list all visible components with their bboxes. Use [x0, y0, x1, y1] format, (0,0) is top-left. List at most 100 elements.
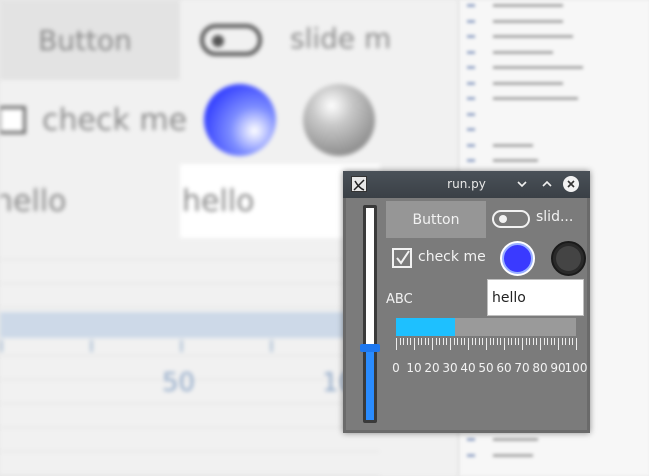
slider-tick	[518, 338, 520, 345]
slider-tick	[532, 338, 534, 345]
bg-slider-ticks	[0, 340, 380, 352]
slider-handle[interactable]	[360, 344, 380, 352]
slider-tick	[396, 338, 397, 350]
bg-checkbox	[0, 106, 26, 134]
bg-button: Button	[0, 0, 180, 80]
slider-tick	[403, 338, 405, 345]
bg-radio-grey	[303, 84, 375, 156]
slider-tick	[453, 338, 455, 345]
maximize-button[interactable]	[538, 175, 556, 193]
scale-label: 90	[550, 361, 566, 375]
slider-tick	[493, 338, 495, 345]
line-edit[interactable]	[487, 279, 584, 316]
horizontal-slider-ticks[interactable]	[396, 338, 578, 360]
scale-label: 30	[442, 361, 458, 375]
slider-tick	[550, 338, 552, 345]
scale-label: 10	[406, 361, 422, 375]
slider-tick	[428, 338, 430, 345]
slider-empty-part	[366, 208, 374, 348]
slider-tick	[406, 338, 408, 345]
slider-tick	[446, 338, 448, 345]
progress-fill	[396, 318, 455, 336]
slider-tick	[554, 338, 556, 345]
slider-tick	[435, 338, 437, 345]
slider-scale: 0 10 20 30 40 50 60 70 80 90 100	[346, 198, 587, 375]
slider-tick	[410, 338, 412, 345]
bg-radio-blue	[204, 84, 276, 156]
progress-bar	[396, 318, 576, 336]
vertical-slider[interactable]	[360, 205, 380, 423]
bg-label-hello: hello	[0, 184, 67, 219]
slider-tick	[529, 338, 531, 345]
slider-tick	[514, 338, 516, 345]
scale-label: 50	[478, 361, 494, 375]
slider-tick	[558, 338, 559, 350]
slider-tick	[547, 338, 549, 345]
chevron-up-icon	[542, 180, 552, 187]
slider-tick	[561, 338, 563, 345]
scale-label: 80	[532, 361, 548, 375]
slider-tick	[439, 338, 441, 345]
bg-switch	[200, 24, 262, 56]
checkmark-icon	[396, 250, 410, 265]
close-button[interactable]	[562, 175, 580, 193]
slider-tick	[525, 338, 527, 345]
slider-tick	[471, 338, 473, 345]
slider-tick	[565, 338, 567, 345]
slider-tick	[500, 338, 502, 345]
slider-tick	[424, 338, 426, 345]
slider-tick	[468, 338, 469, 350]
slider-tick	[504, 338, 505, 350]
slider-tick	[496, 338, 498, 345]
slider-tick	[540, 338, 541, 350]
radio-button-dark[interactable]	[551, 241, 586, 276]
minimize-button[interactable]	[513, 175, 531, 193]
bg-scale-number: 50	[162, 368, 196, 398]
bg-switch-label: slide m	[290, 22, 392, 55]
window-content: Button slid... check me ABC 010203040506…	[346, 198, 587, 430]
radio-button-blue[interactable]	[500, 241, 535, 276]
slider-tick	[399, 338, 401, 345]
slider-tick	[576, 338, 577, 350]
checkbox-label[interactable]: check me	[418, 249, 486, 265]
slider-tick	[464, 338, 466, 345]
slider-tick	[572, 338, 574, 345]
slider-tick	[511, 338, 513, 345]
bg-slider-bar	[0, 312, 380, 338]
slider-tick	[543, 338, 545, 345]
slider-tick	[478, 338, 480, 345]
slider-tick	[536, 338, 538, 345]
bg-grid	[0, 236, 380, 476]
slider-filled-part	[366, 348, 374, 420]
slider-tick	[421, 338, 423, 345]
slider-tick	[489, 338, 491, 345]
bg-scale-number: 0	[0, 368, 1, 398]
scale-label: 0	[392, 361, 400, 375]
slider-tick	[486, 338, 487, 350]
close-icon	[563, 176, 579, 192]
slider-tick	[460, 338, 462, 345]
slider-tick	[414, 338, 415, 350]
scale-label: 60	[496, 361, 512, 375]
scale-label: 40	[460, 361, 476, 375]
bg-checkbox-label: check me	[42, 103, 188, 138]
slider-tick	[522, 338, 523, 350]
check-me-checkbox[interactable]	[392, 248, 412, 268]
slider-tick	[475, 338, 477, 345]
slider-tick	[457, 338, 459, 345]
slider-tick	[432, 338, 433, 350]
slider-tick	[568, 338, 570, 345]
title-bar[interactable]: run.py	[343, 171, 590, 198]
slider-tick	[507, 338, 509, 345]
slider-tick	[417, 338, 419, 345]
scale-label: 20	[424, 361, 440, 375]
slider-tick	[450, 338, 451, 350]
scale-label: 100	[564, 361, 588, 375]
chevron-down-icon	[517, 181, 527, 188]
text-label: ABC	[386, 292, 413, 307]
scale-label: 70	[514, 361, 530, 375]
slider-tick	[482, 338, 484, 345]
bg-edit-hello: hello	[182, 184, 255, 219]
slider-tick	[442, 338, 444, 345]
app-window: run.py Button slid... check me ABC hello…	[343, 171, 590, 433]
